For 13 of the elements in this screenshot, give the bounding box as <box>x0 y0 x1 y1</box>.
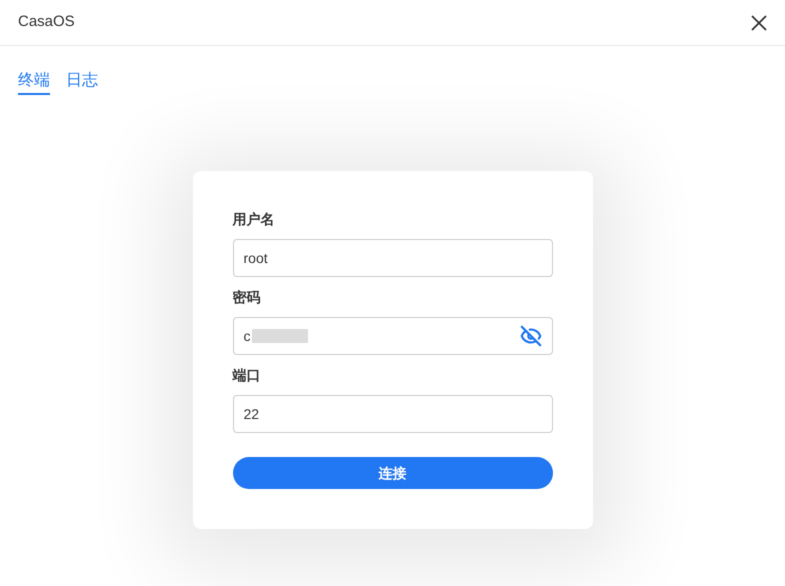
connect-button[interactable]: 连接 <box>232 457 552 489</box>
input-field[interactable]: root <box>232 239 552 277</box>
eye-off-icon[interactable] <box>520 325 542 347</box>
window-title: CasaOS <box>18 12 75 32</box>
close-icon <box>750 14 768 32</box>
tab[interactable]: 日志 <box>66 70 98 95</box>
tab[interactable]: 终端 <box>18 70 50 95</box>
input-field[interactable]: 22 <box>232 395 552 433</box>
redaction-block <box>252 329 308 343</box>
password-field[interactable]: c <box>232 317 552 355</box>
field-label: 密码 <box>232 288 262 307</box>
field-label: 用户名 <box>232 210 276 229</box>
field-label: 端口 <box>232 366 262 385</box>
